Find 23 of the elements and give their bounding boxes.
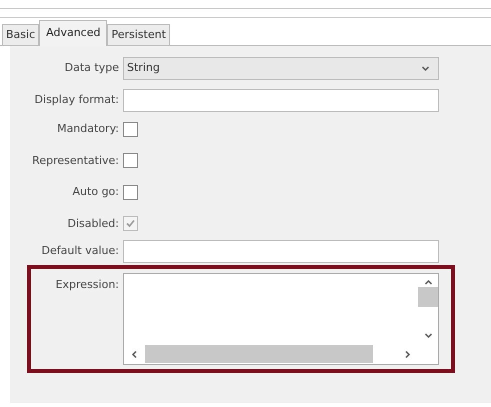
checkbox[interactable] [123, 153, 138, 168]
input-field[interactable] [123, 240, 439, 263]
field-label: Mandatory: [56, 121, 119, 137]
field-label: Expression: [54, 277, 119, 293]
expression-field[interactable] [123, 273, 439, 365]
scroll-right-icon[interactable] [403, 350, 412, 358]
tab[interactable]: Persistent [107, 24, 170, 45]
input-field[interactable] [123, 89, 439, 112]
tab[interactable]: Advanced [39, 20, 108, 46]
field-label: Display format: [34, 92, 119, 108]
field-label: Default value: [40, 243, 119, 260]
scroll-up-icon[interactable] [424, 278, 432, 287]
caret-icon[interactable] [421, 64, 430, 73]
checkbox[interactable] [123, 122, 138, 137]
data-type-dropdown[interactable]: String [123, 57, 439, 80]
field-label: Disabled: [66, 216, 119, 232]
checkbox[interactable] [123, 184, 138, 200]
field-label: Representative: [31, 152, 119, 168]
tab[interactable]: Basic [2, 24, 40, 45]
field-label: Data type [64, 60, 119, 76]
scroll-down-icon[interactable] [424, 331, 432, 340]
scroll-left-icon[interactable] [130, 350, 139, 358]
field-label: Auto go: [72, 184, 119, 200]
